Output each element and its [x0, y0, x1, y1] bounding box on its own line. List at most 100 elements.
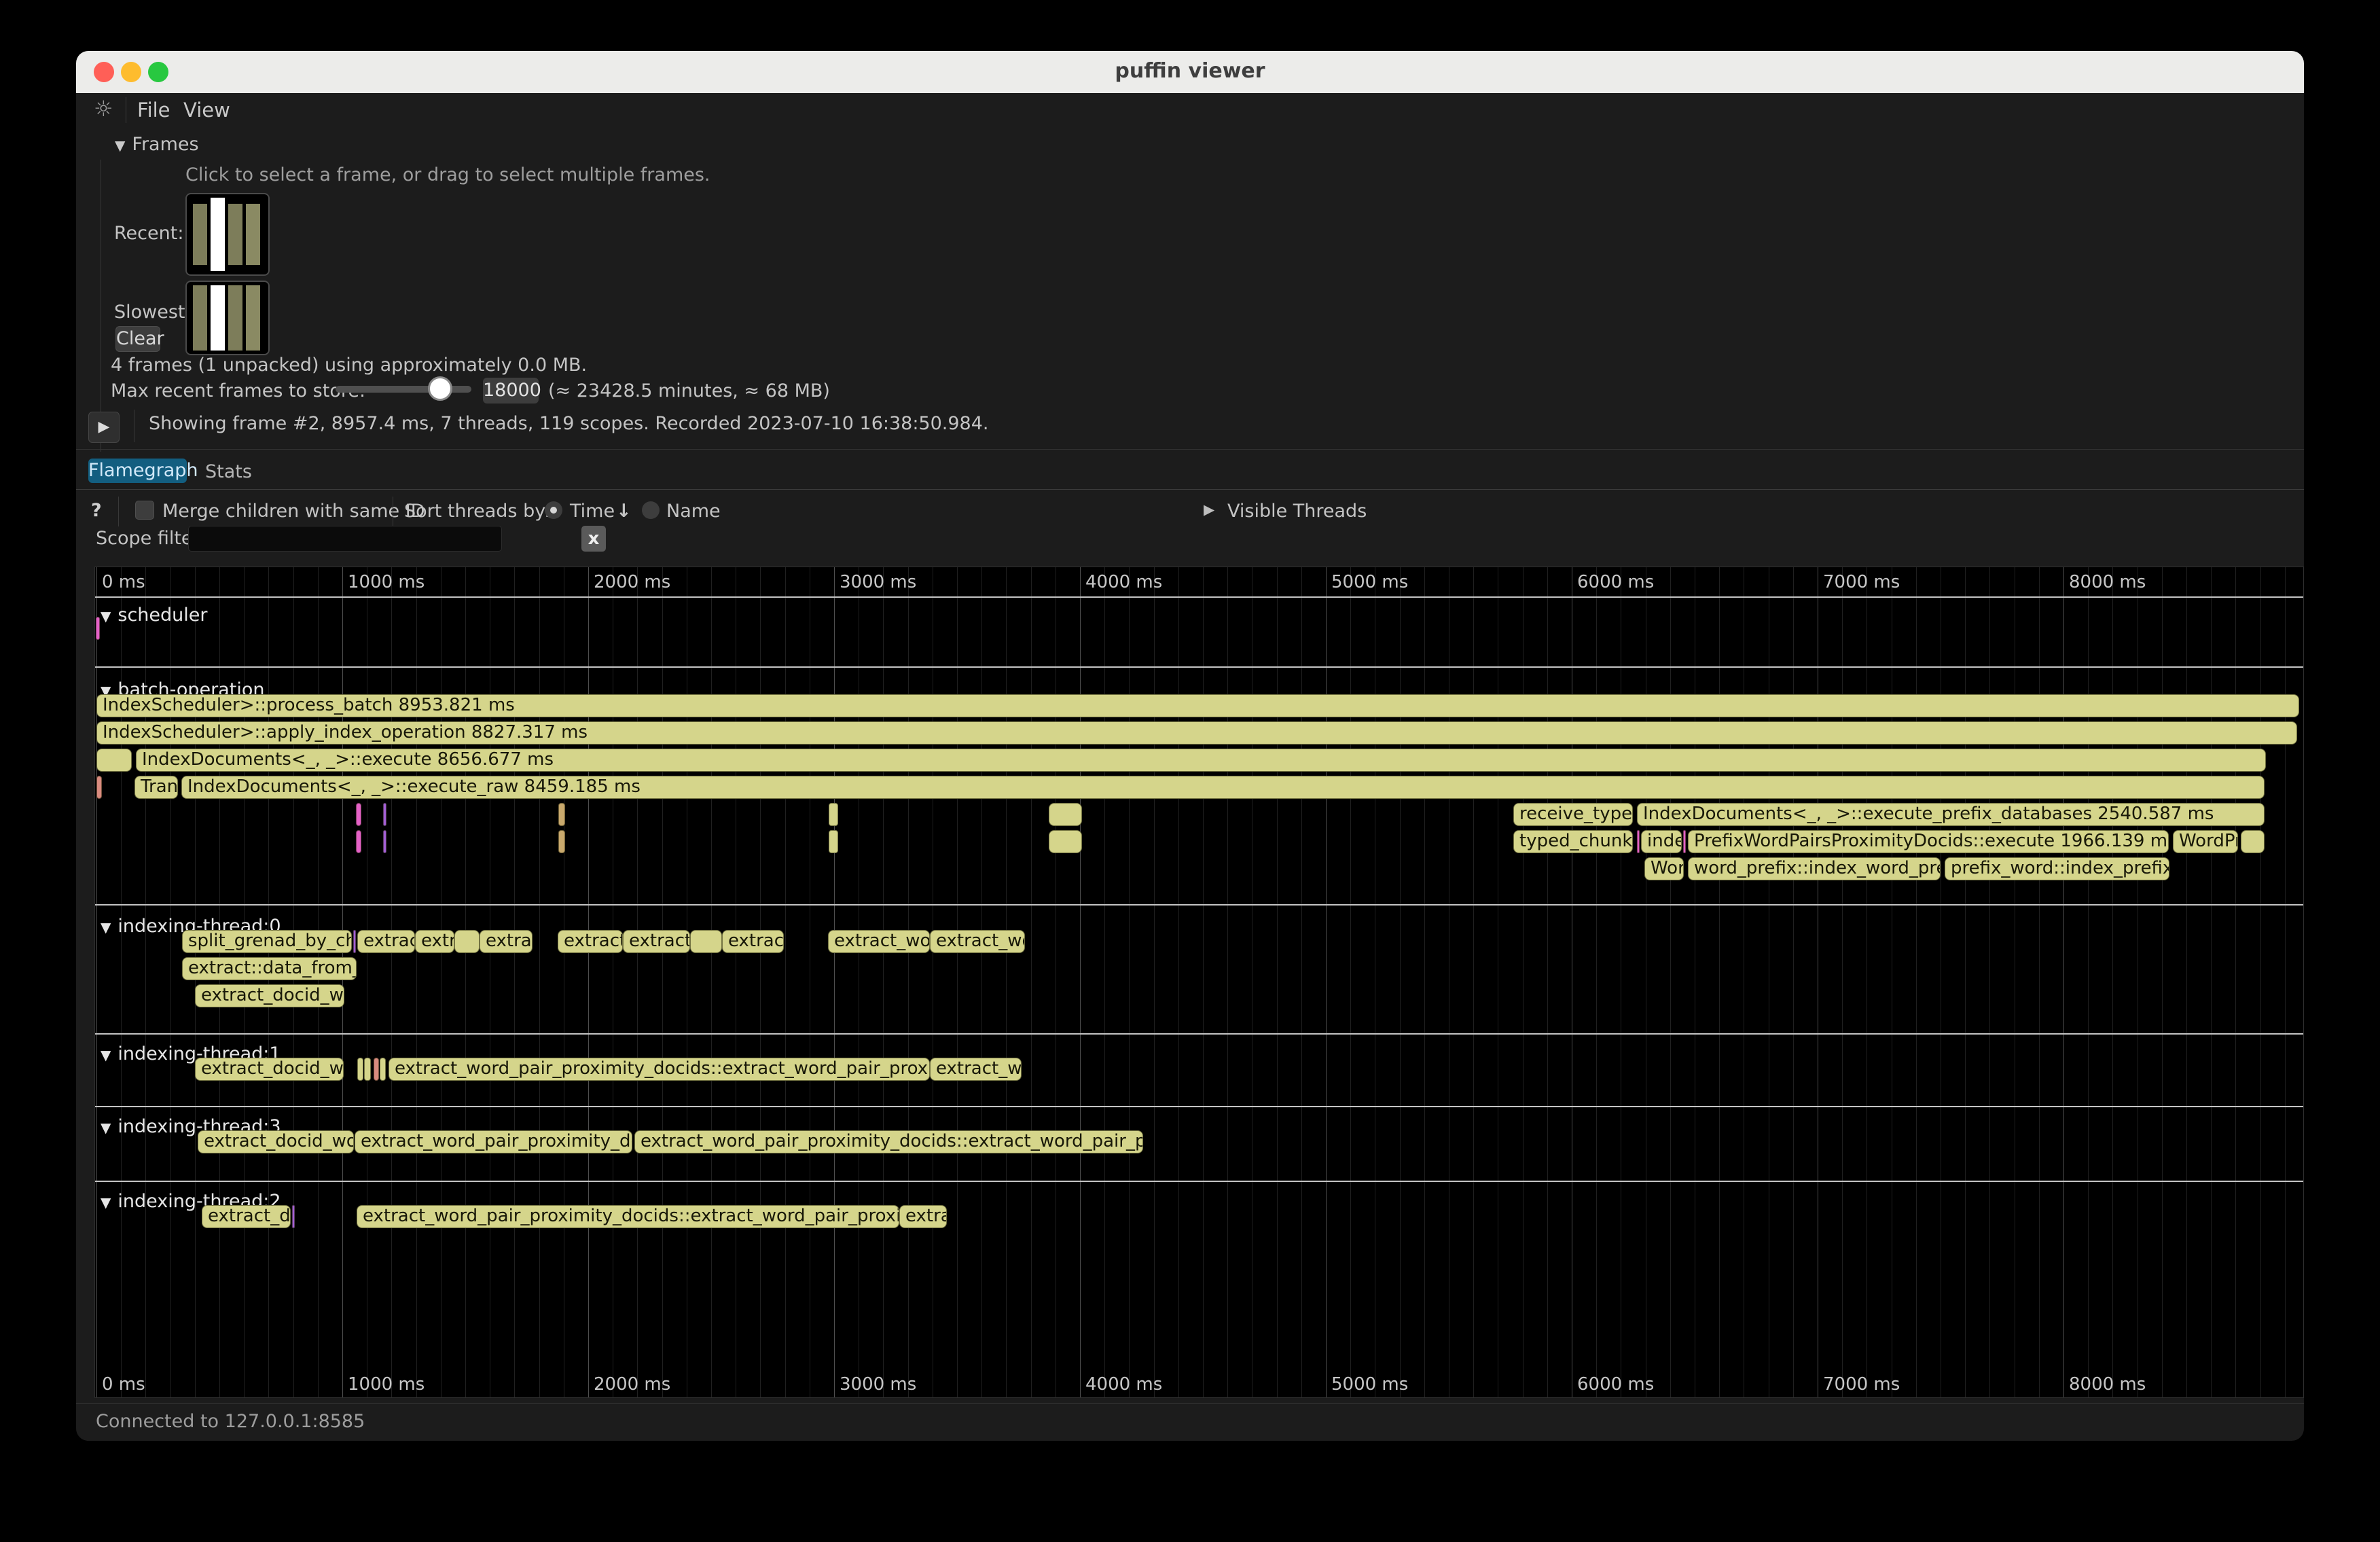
recent-thumbnail[interactable]: [185, 193, 270, 276]
sort-time-radio[interactable]: [545, 501, 562, 519]
max-frames-value[interactable]: 18000: [483, 378, 539, 404]
gridline-minor: [2088, 567, 2089, 1397]
scope-bar[interactable]: extract_docid_word: [195, 984, 344, 1007]
scope-bar[interactable]: extract: [357, 930, 415, 953]
gridline-major: [96, 567, 97, 1397]
scope-bar-small[interactable]: [829, 803, 838, 826]
titlebar[interactable]: puffin viewer: [76, 51, 2304, 93]
tab-flamegraph[interactable]: Flamegraph: [88, 459, 187, 483]
sort-time-label[interactable]: Time: [570, 501, 615, 522]
scope-bar-small[interactable]: [1683, 830, 1686, 853]
sort-direction-icon[interactable]: ↓: [616, 501, 632, 522]
scope-bar[interactable]: extract_word_pair_proximity_docids::extr…: [357, 1205, 899, 1228]
scope-bar-small[interactable]: [356, 803, 361, 826]
scope-bar[interactable]: IndexDocuments<_, _>::execute 8656.677 m…: [136, 749, 2266, 772]
scope-bar[interactable]: IndexDocuments<_, _>::execute_raw 8459.1…: [181, 776, 2265, 799]
scope-bar[interactable]: extract_docid_word: [195, 1058, 344, 1081]
scope-bar-small[interactable]: [1637, 830, 1640, 853]
gridline-minor: [1031, 567, 1032, 1397]
scope-bar[interactable]: IndexScheduler>::apply_index_operation 8…: [96, 721, 2297, 745]
theme-toggle-icon[interactable]: ☼: [94, 96, 113, 122]
scope-bar[interactable]: WordPr: [2173, 830, 2238, 853]
gridline-minor: [908, 567, 909, 1397]
scope-bar[interactable]: typed_chunk::w: [1513, 830, 1633, 853]
frames-section-header[interactable]: ▼Frames: [115, 134, 199, 155]
scope-bar[interactable]: prefix_word::index_prefix_wo: [1945, 857, 2169, 880]
menu-view[interactable]: View: [183, 98, 230, 122]
scope-bar[interactable]: extract_wo: [930, 1058, 1022, 1081]
scope-bar-small[interactable]: [292, 1205, 295, 1228]
thread-separator: [95, 904, 2303, 906]
scope-bar-small[interactable]: [1049, 830, 1082, 853]
scope-bar[interactable]: split_grenad_by_chun: [182, 930, 352, 953]
gridline-minor: [1227, 567, 1228, 1397]
timeline[interactable]: 0 ms0 ms1000 ms1000 ms2000 ms2000 ms3000…: [94, 567, 2304, 1398]
scope-bar[interactable]: IndexScheduler>::process_batch 8953.821 …: [96, 694, 2299, 717]
slider-knob[interactable]: [428, 376, 452, 401]
scope-bar[interactable]: extract_word_pair_proximity_docids::extr…: [389, 1058, 930, 1081]
scope-bar-small[interactable]: [364, 1058, 371, 1081]
scope-bar-small[interactable]: [380, 1058, 386, 1081]
scope-bar[interactable]: IndexDocuments<_, _>::execute_prefix_dat…: [1637, 803, 2265, 826]
scope-bar-small[interactable]: [1049, 803, 1082, 826]
clear-filter-button[interactable]: x: [581, 526, 606, 552]
gridline-minor: [268, 567, 269, 1397]
tick-label: 2000 ms: [594, 572, 670, 592]
tick-label: 6000 ms: [1577, 1374, 1654, 1395]
scope-bar[interactable]: extract_wo: [930, 930, 1025, 953]
scope-bar-small[interactable]: [383, 803, 386, 826]
scope-bar[interactable]: extract_: [558, 930, 623, 953]
scope-bar[interactable]: extract_doc: [202, 1205, 291, 1228]
scope-bar[interactable]: Trans: [134, 776, 178, 799]
scope-bar[interactable]: extra: [415, 930, 454, 953]
scope-bar[interactable]: word_prefix::index_word_prefix_: [1688, 857, 1941, 880]
scope-bar-small[interactable]: [374, 1058, 379, 1081]
scope-bar-small[interactable]: [829, 830, 838, 853]
menu-file[interactable]: File: [137, 98, 170, 122]
sort-name-label[interactable]: Name: [666, 501, 721, 522]
scope-bar-small[interactable]: [2241, 830, 2265, 853]
clear-button[interactable]: Clear: [115, 326, 160, 352]
scope-bar[interactable]: extrac: [480, 930, 533, 953]
scope-bar[interactable]: PrefixWordPairsProximityDocids::execute …: [1688, 830, 2169, 853]
help-button[interactable]: ?: [91, 500, 102, 521]
scope-bar[interactable]: extract::data_from_ob: [182, 957, 357, 980]
gridline-minor: [318, 567, 319, 1397]
visible-threads-header[interactable]: Visible Threads: [1227, 501, 1367, 522]
frames-summary: 4 frames (1 unpacked) using approximatel…: [111, 355, 587, 376]
scope-bar[interactable]: Word: [1644, 857, 1684, 880]
thread-separator: [95, 1181, 2303, 1182]
scope-bar-small[interactable]: [383, 830, 386, 853]
scope-bar[interactable]: extract_word_pair_proximity_docids::extr…: [634, 1130, 1143, 1153]
tick-label: 4000 ms: [1085, 1374, 1162, 1395]
scope-bar-small[interactable]: [96, 776, 102, 799]
sort-name-radio[interactable]: [642, 501, 660, 519]
scope-bar-small[interactable]: [356, 830, 361, 853]
scope-bar-small[interactable]: [353, 930, 356, 953]
gridline-minor: [883, 567, 884, 1397]
scope-bar-small[interactable]: [558, 830, 565, 853]
scope-bar[interactable]: receive_typed_: [1513, 803, 1633, 826]
play-button[interactable]: ▶: [88, 412, 120, 443]
scope-bar-small[interactable]: [357, 1058, 363, 1081]
scope-filter-input[interactable]: [188, 526, 502, 552]
scope-bar[interactable]: extract: [722, 930, 784, 953]
merge-children-checkbox[interactable]: [135, 501, 154, 520]
scope-bar-small[interactable]: [690, 930, 722, 953]
scope-bar[interactable]: extract_: [623, 930, 690, 953]
gridline-minor: [293, 567, 294, 1397]
scope-bar[interactable]: extract_word: [828, 930, 930, 953]
scope-bar-small[interactable]: [454, 930, 480, 953]
scope-bar-small[interactable]: [96, 749, 132, 772]
scope-bar[interactable]: extrac: [899, 1205, 947, 1228]
scope-bar[interactable]: extract_word_pair_proximity_docids: [355, 1130, 632, 1153]
visible-threads-triangle-icon[interactable]: ▶: [1204, 501, 1214, 518]
scope-bar[interactable]: extract_docid_word: [198, 1130, 354, 1153]
thread-header-scheduler[interactable]: ▼scheduler: [101, 605, 208, 626]
scope-bar-small[interactable]: [96, 617, 100, 640]
gridline-minor: [1670, 567, 1671, 1397]
slowest-thumbnail[interactable]: [185, 281, 270, 355]
scope-bar-small[interactable]: [558, 803, 565, 826]
scope-bar[interactable]: index: [1641, 830, 1682, 853]
tab-stats[interactable]: Stats: [205, 461, 252, 482]
